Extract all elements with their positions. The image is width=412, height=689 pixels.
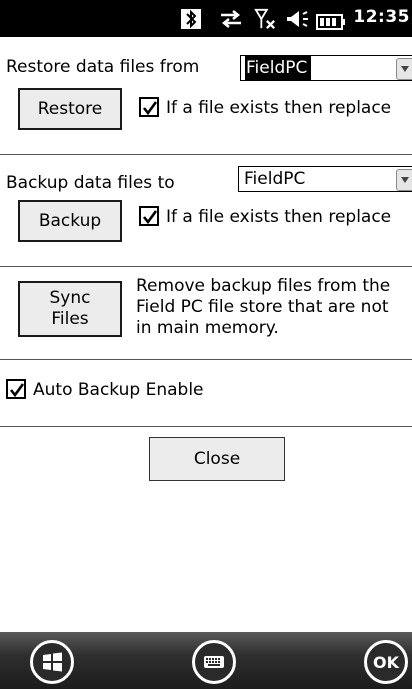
sync-desc-line3: in main memory. xyxy=(136,318,279,338)
restore-label: Restore data files from xyxy=(6,57,200,77)
checkmark-icon xyxy=(142,101,158,116)
ok-button[interactable]: OK xyxy=(364,640,408,684)
divider xyxy=(0,266,412,267)
restore-button[interactable]: Restore xyxy=(18,88,122,130)
backup-replace-label: If a file exists then replace xyxy=(166,207,392,227)
status-bar: 12:35 xyxy=(0,0,412,37)
checkmark-icon xyxy=(9,383,25,398)
sync-icon xyxy=(221,10,241,28)
backup-target-dropdown[interactable]: FieldPC xyxy=(238,166,412,192)
restore-replace-label: If a file exists then replace xyxy=(166,98,392,118)
restore-button-label: Restore xyxy=(37,98,103,119)
auto-backup-label: Auto Backup Enable xyxy=(33,380,204,400)
divider xyxy=(0,359,412,360)
volume-icon xyxy=(287,11,308,27)
sync-description: Remove backup files from the Field PC fi… xyxy=(136,276,412,339)
backup-button-label: Backup xyxy=(38,210,102,231)
chevron-down-icon[interactable] xyxy=(396,169,412,191)
sync-desc-line2: Field PC file store that are not xyxy=(136,297,389,317)
start-button[interactable] xyxy=(30,640,74,684)
keyboard-icon xyxy=(204,656,224,668)
close-button-label: Close xyxy=(193,448,241,469)
restore-source-dropdown[interactable]: FieldPC xyxy=(240,55,412,81)
battery-icon xyxy=(316,14,345,30)
chevron-down-icon[interactable] xyxy=(396,58,412,80)
divider xyxy=(0,426,412,427)
sync-files-label-line1: Sync xyxy=(49,288,91,308)
bluetooth-icon xyxy=(181,9,201,29)
windows-start-icon xyxy=(43,652,62,672)
divider xyxy=(0,154,412,155)
keyboard-button[interactable] xyxy=(192,640,236,684)
restore-source-value: FieldPC xyxy=(245,56,312,80)
clock: 12:35 xyxy=(353,7,410,27)
restore-replace-checkbox[interactable] xyxy=(139,97,159,117)
sync-desc-line1: Remove backup files from the xyxy=(136,276,391,296)
backup-target-value: FieldPC xyxy=(244,169,306,189)
sync-files-button[interactable]: Sync Files xyxy=(18,281,122,337)
checkmark-icon xyxy=(142,210,158,225)
softkey-bar: OK xyxy=(0,632,412,689)
backup-replace-checkbox[interactable] xyxy=(139,206,159,226)
sync-files-label-line2: Files xyxy=(51,309,89,329)
close-button[interactable]: Close xyxy=(149,437,285,481)
backup-button[interactable]: Backup xyxy=(18,200,122,242)
signal-off-icon xyxy=(254,8,275,29)
auto-backup-checkbox[interactable] xyxy=(6,379,26,399)
backup-label: Backup data files to xyxy=(6,173,175,193)
ok-label: OK xyxy=(373,652,399,672)
